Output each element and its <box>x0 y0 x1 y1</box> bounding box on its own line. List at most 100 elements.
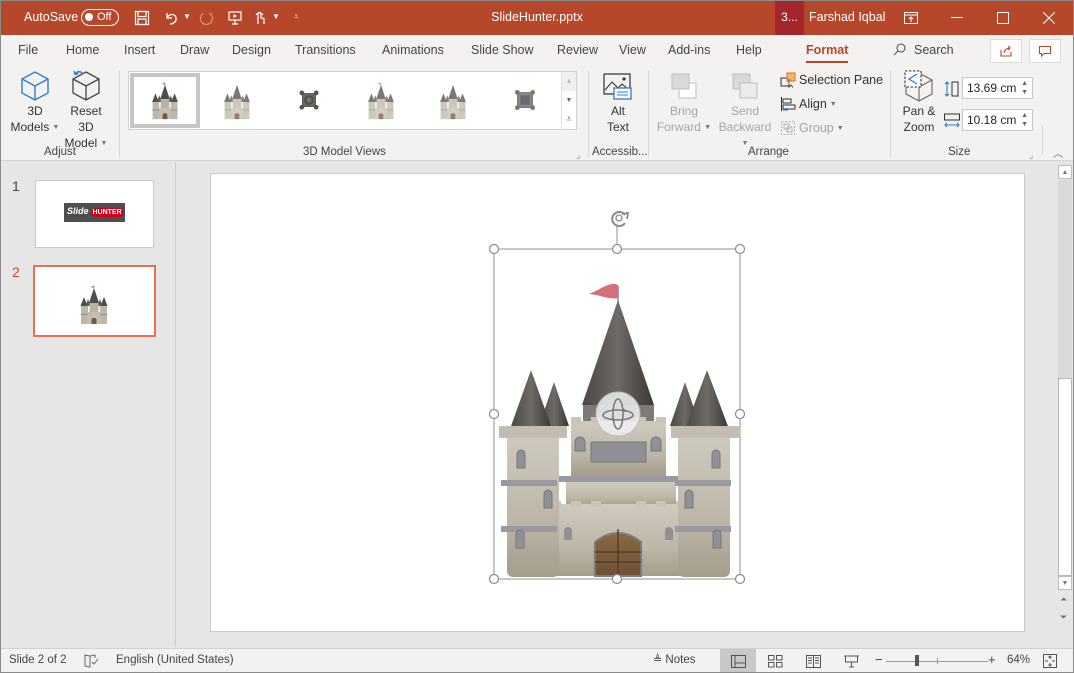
view-front[interactable] <box>130 73 200 128</box>
autosave-toggle[interactable]: Off <box>81 9 119 26</box>
ribbon-display-icon <box>904 11 918 24</box>
slide-sorter-button[interactable] <box>757 649 793 673</box>
reset-3d-model-button[interactable]: Reset 3D Model ▼ <box>62 69 110 152</box>
touch-dropdown-icon[interactable]: ▼ <box>272 12 280 21</box>
tab-add-ins[interactable]: Add-ins <box>668 43 710 57</box>
gallery-scroll-down[interactable]: ▼ <box>561 91 576 110</box>
scroll-track[interactable] <box>1058 180 1072 378</box>
slide-thumbnail-2[interactable] <box>33 265 156 337</box>
tab-slide-show[interactable]: Slide Show <box>471 43 534 57</box>
slide-show-icon <box>843 655 859 667</box>
fit-slide-icon[interactable] <box>1043 654 1057 668</box>
alt-text-button[interactable]: Alt Text <box>596 69 640 135</box>
pan-zoom-button[interactable]: Pan & Zoom <box>897 69 941 135</box>
tab-review[interactable]: Review <box>557 43 598 57</box>
undo-icon[interactable] <box>162 8 182 28</box>
dialog-launcher-icon[interactable]: ⌟ <box>1029 150 1033 161</box>
next-slide-icon[interactable]: ⏷ <box>1060 612 1067 623</box>
scroll-thumb[interactable] <box>1058 378 1072 576</box>
customize-qat-icon[interactable]: ⩡ <box>294 12 299 22</box>
pan-zoom-icon <box>904 70 933 102</box>
ribbon-display-options-button[interactable] <box>888 0 934 35</box>
resize-handle-right[interactable] <box>734 408 746 420</box>
close-button[interactable] <box>1026 0 1072 35</box>
vertical-scrollbar[interactable]: ▲ ▼ ⏶ ⏷ <box>1057 162 1074 647</box>
gallery-more-button[interactable]: ⩡ <box>561 110 576 129</box>
slide-indicator[interactable]: Slide 2 of 2 <box>9 654 67 666</box>
normal-view-button[interactable] <box>720 649 756 673</box>
resize-handle-top-left[interactable] <box>488 243 500 255</box>
resize-handle-top[interactable] <box>611 243 623 255</box>
undo-dropdown-icon[interactable]: ▼ <box>183 12 191 21</box>
send-backward-button[interactable]: Send Backward ▼ <box>714 69 776 152</box>
reading-view-button[interactable] <box>795 649 831 673</box>
save-icon[interactable] <box>132 8 152 28</box>
tab-draw[interactable]: Draw <box>180 43 209 57</box>
present-from-start-icon[interactable] <box>225 8 245 28</box>
slide-canvas[interactable] <box>210 173 1025 632</box>
scroll-up-button[interactable]: ▲ <box>1058 165 1072 179</box>
selected-3d-model[interactable] <box>211 174 1026 633</box>
gallery-scroll-up[interactable]: ▲ <box>561 72 576 91</box>
view-front-2[interactable] <box>418 73 488 128</box>
tab-design[interactable]: Design <box>232 43 271 57</box>
search-box[interactable]: Search <box>893 43 954 57</box>
alt-text-label-2: Text <box>606 120 629 134</box>
touch-mouse-mode-icon[interactable] <box>250 8 270 28</box>
view-top[interactable] <box>274 73 344 128</box>
resize-handle-left[interactable] <box>488 408 500 420</box>
zoom-slider-thumb[interactable] <box>914 655 919 666</box>
tab-help[interactable]: Help <box>736 43 762 57</box>
width-spinner[interactable]: ▲ ▼ <box>1021 111 1028 129</box>
height-spinner[interactable]: ▲ ▼ <box>1021 79 1028 97</box>
shape-width-input[interactable]: 10.18 cm ▲ ▼ <box>962 109 1033 131</box>
3d-models-label-1: 3D <box>27 104 43 118</box>
minimize-button[interactable] <box>934 0 980 35</box>
minimize-icon <box>951 16 963 18</box>
zoom-in-button[interactable]: + <box>988 652 996 667</box>
zoom-out-button[interactable]: − <box>875 652 883 667</box>
bring-forward-label-1: Bring <box>669 104 698 118</box>
3d-models-button[interactable]: 3D Models ▼ <box>8 69 62 136</box>
view-front-flag[interactable] <box>346 73 416 128</box>
scroll-down-button[interactable]: ▼ <box>1058 576 1072 590</box>
bring-forward-button[interactable]: Bring Forward ▼ <box>656 69 712 136</box>
resize-handle-bottom-left[interactable] <box>488 573 500 585</box>
align-button[interactable]: Align ▼ <box>780 96 837 112</box>
shape-height-input[interactable]: 13.69 cm ▲ ▼ <box>962 77 1033 99</box>
maximize-button[interactable] <box>980 0 1026 35</box>
group-button[interactable]: Group ▼ <box>780 120 844 136</box>
slide-thumbnail-1[interactable]: Slide HUNTER <box>35 180 154 248</box>
language-indicator[interactable]: English (United States) <box>116 654 234 666</box>
rotation-handle[interactable] <box>611 211 630 227</box>
zoom-level[interactable]: 64% <box>1007 654 1030 666</box>
tab-home[interactable]: Home <box>66 43 99 57</box>
resize-handle-top-right[interactable] <box>734 243 746 255</box>
tab-animations[interactable]: Animations <box>382 43 444 57</box>
view-below[interactable] <box>490 73 560 128</box>
normal-view-icon <box>730 654 746 668</box>
accessibility-check-icon[interactable] <box>84 654 99 668</box>
selection-pane-button[interactable]: Selection Pane <box>780 72 883 88</box>
chevron-down-icon: ▼ <box>829 100 837 108</box>
3d-view-thumbnail-icon <box>299 90 319 110</box>
collapse-ribbon-icon[interactable]: ︿ <box>1053 145 1063 160</box>
resize-handle-bottom-right[interactable] <box>734 573 746 585</box>
slide-show-button[interactable] <box>833 649 869 673</box>
comments-button[interactable] <box>1029 39 1061 63</box>
share-button[interactable] <box>990 39 1022 63</box>
resize-handle-bottom[interactable] <box>611 573 623 585</box>
notes-button[interactable]: ≜ Notes <box>653 653 695 666</box>
dialog-launcher-icon[interactable]: ⌟ <box>576 150 580 161</box>
previous-slide-icon[interactable]: ⏶ <box>1060 594 1067 605</box>
3d-rotate-handle[interactable] <box>595 391 641 437</box>
group-label-accessibility: Accessib... <box>592 146 648 158</box>
user-name[interactable]: Farshad Iqbal <box>809 10 885 24</box>
account-badge[interactable]: 3... <box>775 0 804 35</box>
view-front-faded[interactable] <box>202 73 272 128</box>
tab-format[interactable]: Format <box>806 43 849 63</box>
tab-view[interactable]: View <box>619 43 646 57</box>
tab-transitions[interactable]: Transitions <box>295 43 356 57</box>
tab-insert[interactable]: Insert <box>124 43 155 57</box>
tab-file[interactable]: File <box>18 43 38 57</box>
